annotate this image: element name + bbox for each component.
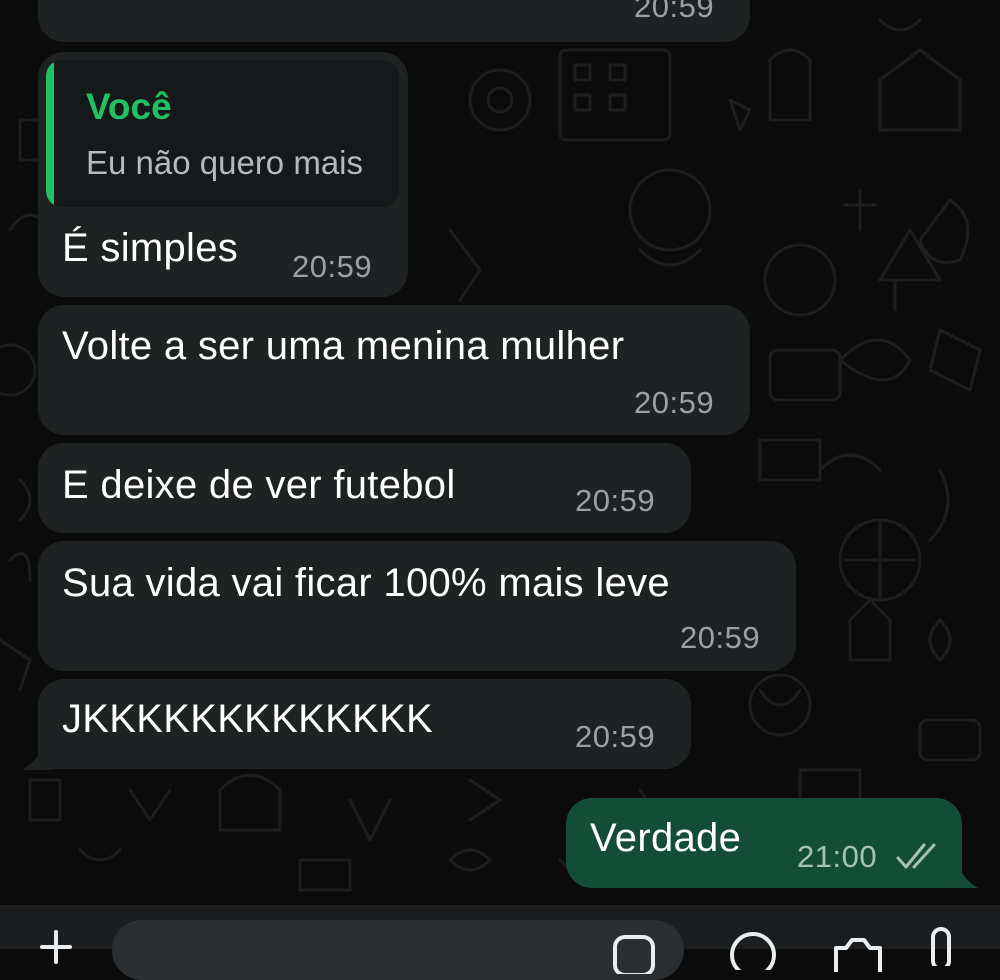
plus-icon[interactable] bbox=[38, 928, 74, 964]
message-bubble-incoming[interactable]: E deixe de ver futebol 20:59 bbox=[38, 443, 691, 533]
message-text: Volte a ser uma menina mulher bbox=[62, 324, 625, 368]
message-bubble-incoming[interactable]: Volte a ser uma menina mulher 20:59 bbox=[38, 305, 750, 435]
message-text: Sua vida vai ficar 100% mais leve bbox=[62, 561, 670, 605]
quote-accent-bar bbox=[46, 60, 54, 207]
message-bubble-incoming[interactable]: 20:59 bbox=[38, 0, 750, 42]
message-bubble-incoming[interactable]: Sua vida vai ficar 100% mais leve 20:59 bbox=[38, 541, 796, 671]
camera-icon[interactable] bbox=[832, 932, 884, 972]
message-bubble-incoming[interactable]: Você Eu não quero mais É simples 20:59 bbox=[38, 52, 408, 297]
message-timestamp: 20:59 bbox=[575, 483, 656, 518]
message-timestamp: 20:59 bbox=[680, 620, 761, 655]
microphone-icon[interactable] bbox=[926, 926, 956, 966]
message-timestamp: 20:59 bbox=[575, 719, 656, 754]
message-timestamp: 20:59 bbox=[634, 385, 715, 420]
message-timestamp: 20:59 bbox=[292, 249, 373, 284]
message-timestamp: 20:59 bbox=[634, 0, 715, 24]
message-bubble-outgoing[interactable]: Verdade 21:00 bbox=[566, 798, 962, 888]
message-text: E deixe de ver futebol bbox=[62, 463, 456, 507]
message-bubble-incoming[interactable]: JKKKKKKKKKKKKK 20:59 bbox=[38, 679, 691, 769]
sticker-icon[interactable] bbox=[612, 934, 656, 974]
cash-icon[interactable] bbox=[728, 930, 778, 970]
quote-text: Eu não quero mais bbox=[86, 144, 364, 181]
message-timestamp: 21:00 bbox=[797, 839, 878, 874]
double-check-icon bbox=[896, 843, 936, 869]
message-input[interactable] bbox=[112, 920, 684, 980]
quote-author: Você bbox=[86, 86, 172, 127]
message-text: Verdade bbox=[590, 816, 742, 860]
message-text: É simples bbox=[62, 226, 239, 270]
message-text: JKKKKKKKKKKKKK bbox=[62, 697, 434, 741]
quoted-reply[interactable]: Você Eu não quero mais bbox=[46, 60, 399, 207]
